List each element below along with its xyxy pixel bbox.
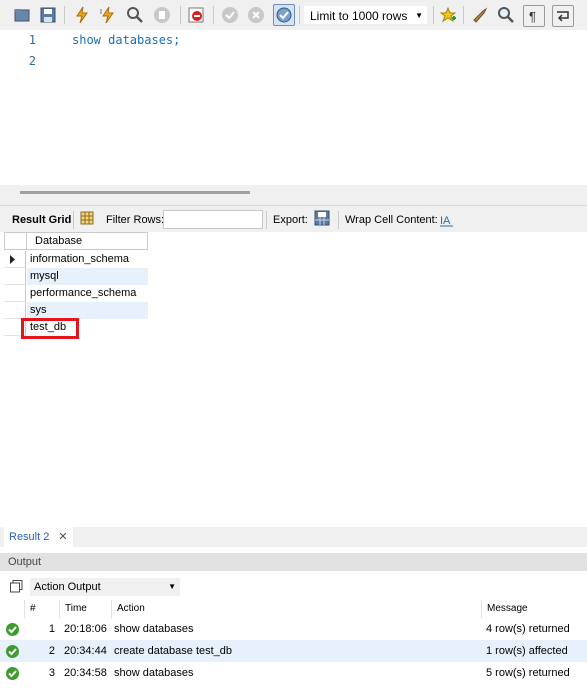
output-time: 20:34:44 <box>64 645 107 657</box>
row-selector[interactable] <box>4 251 26 268</box>
result-grid[interactable]: Database information_schema mysql perfor… <box>0 232 587 528</box>
table-cell[interactable]: information_schema <box>27 251 148 268</box>
chevron-down-icon: ▼ <box>168 582 176 591</box>
table-cell[interactable]: mysql <box>27 268 148 285</box>
output-message: 4 row(s) returned <box>486 623 570 635</box>
filter-rows-input[interactable] <box>163 210 263 229</box>
wrap-cell-icon[interactable]: IA <box>440 213 454 227</box>
commit-icon[interactable] <box>220 5 240 25</box>
export-icon[interactable] <box>313 209 331 227</box>
table-row[interactable]: information_schema <box>4 251 148 268</box>
save-icon[interactable] <box>38 5 58 25</box>
output-message: 5 row(s) returned <box>486 667 570 679</box>
find-icon[interactable] <box>496 5 516 25</box>
table-cell[interactable]: sys <box>27 302 148 319</box>
row-header-corner <box>4 232 27 250</box>
output-row[interactable]: 2 20:34:44 create database test_db 1 row… <box>0 640 587 662</box>
table-cell[interactable]: performance_schema <box>27 285 148 302</box>
svg-text:¶: ¶ <box>529 9 536 24</box>
output-title: Output <box>8 556 42 568</box>
output-row[interactable]: 3 20:34:58 show databases 5 row(s) retur… <box>0 662 587 684</box>
output-row[interactable]: 1 20:18:06 show databases 4 row(s) retur… <box>0 618 587 640</box>
chevron-down-icon: ▼ <box>415 11 423 20</box>
execute-current-icon[interactable]: I <box>98 5 118 25</box>
line-number: 1 <box>28 33 36 47</box>
result-tab-bar: Result 2 ✕ <box>0 527 587 547</box>
row-selector[interactable] <box>4 268 26 285</box>
table-row[interactable]: mysql <box>4 268 148 285</box>
add-snippet-icon[interactable] <box>438 5 458 25</box>
output-message: 1 row(s) affected <box>486 645 568 657</box>
output-action: create database test_db <box>114 645 233 657</box>
success-icon <box>6 645 19 658</box>
toggle-error-icon[interactable] <box>186 5 206 25</box>
autocommit-icon[interactable] <box>273 4 295 26</box>
highlight-box <box>21 318 79 339</box>
output-action: show databases <box>114 667 194 679</box>
stop-icon[interactable] <box>152 5 172 25</box>
wrap-cell-label: Wrap Cell Content: <box>345 214 438 226</box>
beautify-icon[interactable] <box>470 5 490 25</box>
table-row[interactable]: performance_schema <box>4 285 148 302</box>
line-number: 2 <box>28 54 36 68</box>
success-icon <box>6 667 19 680</box>
editor-horizontal-scrollbar[interactable] <box>0 185 587 205</box>
header-action[interactable]: Action <box>112 600 482 618</box>
wrap-icon[interactable] <box>552 5 574 27</box>
scrollbar-thumb[interactable] <box>20 191 250 194</box>
header-status <box>0 600 25 618</box>
sql-editor[interactable]: 1 show databases; 2 <box>0 30 587 185</box>
table-row[interactable]: sys <box>4 302 148 319</box>
success-icon <box>6 623 19 636</box>
output-type-label: Action Output <box>34 581 101 593</box>
svg-text:I: I <box>100 9 102 16</box>
row-selector[interactable] <box>4 302 26 319</box>
copy-icon[interactable] <box>10 580 23 593</box>
row-selector[interactable] <box>4 285 26 302</box>
tab-result-2[interactable]: Result 2 ✕ <box>4 527 73 547</box>
result-grid-tab[interactable]: Result Grid <box>12 214 71 226</box>
grid-icon[interactable] <box>80 211 94 225</box>
header-message[interactable]: Message <box>482 600 587 618</box>
execute-icon[interactable] <box>72 5 92 25</box>
filter-rows-label: Filter Rows: <box>106 214 165 226</box>
open-folder-icon[interactable] <box>12 5 32 25</box>
output-time: 20:34:58 <box>64 667 107 679</box>
header-num[interactable]: # <box>25 600 60 618</box>
tab-label: Result 2 <box>9 531 50 543</box>
output-toolbar: Action Output ▼ <box>0 572 587 600</box>
rollback-icon[interactable] <box>246 5 266 25</box>
svg-text:IA: IA <box>440 215 451 227</box>
output-time: 20:18:06 <box>64 623 107 635</box>
invisible-chars-icon[interactable]: ¶ <box>523 5 545 27</box>
export-label: Export: <box>273 214 308 226</box>
output-type-select[interactable]: Action Output ▼ <box>30 578 180 596</box>
limit-rows-select[interactable]: Limit to 1000 rows ▼ <box>303 5 428 25</box>
result-toolbar: Result Grid Filter Rows: Export: Wrap Ce… <box>0 205 587 233</box>
header-time[interactable]: Time <box>60 600 112 618</box>
column-header-database[interactable]: Database <box>26 232 148 250</box>
output-num: 1 <box>48 623 55 635</box>
explain-icon[interactable] <box>125 5 145 25</box>
output-num: 3 <box>48 667 55 679</box>
close-icon[interactable]: ✕ <box>58 531 67 543</box>
limit-rows-label: Limit to 1000 rows <box>310 9 408 23</box>
output-num: 2 <box>48 645 55 657</box>
output-action: show databases <box>114 623 194 635</box>
output-panel-header: Output <box>0 553 587 571</box>
code-line[interactable]: show databases; <box>72 33 180 47</box>
editor-toolbar: I Limit to 1000 rows ▼ ¶ <box>0 0 587 31</box>
